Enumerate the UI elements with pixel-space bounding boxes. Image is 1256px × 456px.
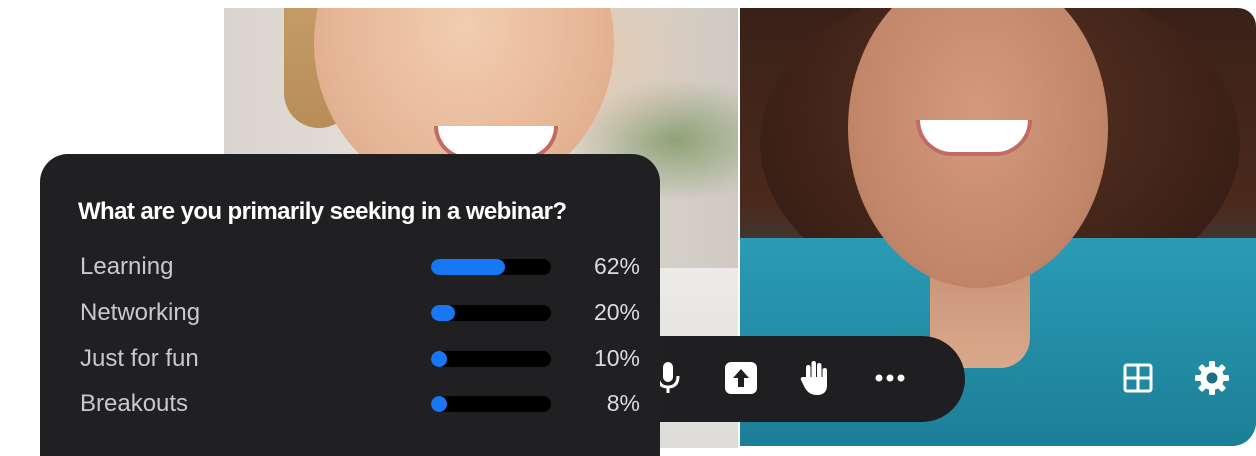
poll-option-bar-track [431,259,551,275]
poll-option: Learning 62% [80,253,640,283]
poll-option-bar-track [431,396,551,412]
poll-option-bar-track [431,351,551,367]
poll-option-label: Learning [80,253,174,280]
grid-view-icon [1123,363,1153,398]
more-icon [874,373,906,383]
poll-option-bar-fill [431,396,447,412]
poll-option-label: Networking [80,299,201,326]
poll-option: Networking 20% [80,299,640,329]
poll-option: Breakouts 8% [80,390,640,420]
poll-option: Just for fun 10% [80,345,640,375]
video-call-stage: What are you primarily seeking in a webi… [0,0,1256,456]
poll-option-percent: 20% [593,299,640,325]
poll-option-percent: 8% [606,390,640,416]
raise-hand-icon [799,359,831,397]
poll-option-bar-fill [431,351,447,367]
poll-results-panel: What are you primarily seeking in a webi… [40,154,660,456]
poll-option-label: Just for fun [80,345,199,372]
raise-hand-button[interactable] [795,358,835,398]
poll-option-bar-track [431,305,551,321]
share-screen-icon [724,361,758,395]
more-options-button[interactable] [870,358,910,398]
poll-question: What are you primarily seeking in a webi… [78,198,567,225]
share-screen-button[interactable] [721,358,761,398]
poll-option-bar-fill [431,259,506,275]
poll-option-percent: 10% [593,345,640,371]
poll-option-percent: 62% [593,253,640,279]
poll-option-bar-fill [431,305,455,321]
settings-gear-icon [1193,359,1231,402]
settings-button[interactable] [1192,360,1232,400]
participant-right-smile [916,120,1032,156]
grid-view-button[interactable] [1118,360,1158,400]
poll-option-label: Breakouts [80,390,189,417]
